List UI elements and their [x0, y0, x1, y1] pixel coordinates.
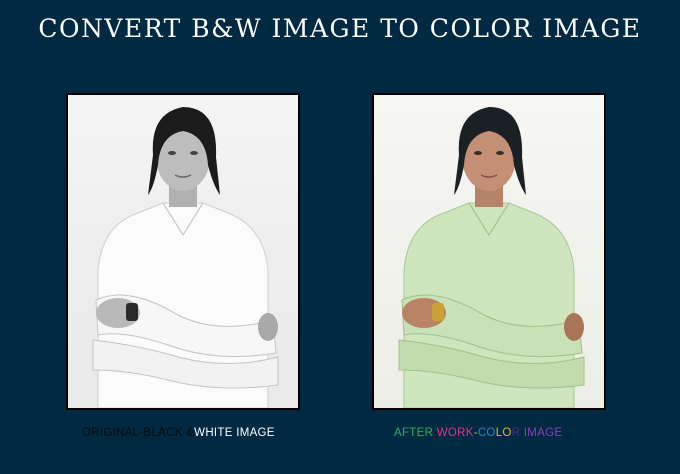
after-image-caption: AFTER WORK-COLOR IMAGE	[394, 427, 562, 439]
caption-work: WORK	[436, 427, 474, 439]
page-title: CONVERT B&W IMAGE TO COLOR IMAGE	[38, 14, 642, 43]
original-image-caption: ORIGINAL-BLACK &WHITE IMAGE	[82, 427, 275, 439]
after-color-image	[372, 93, 606, 410]
caption-lo: LO	[495, 427, 512, 439]
original-bw-image	[66, 93, 300, 410]
caption-r: R	[511, 427, 521, 439]
caption-after: AFTER	[394, 427, 437, 439]
caption-co: CO	[477, 427, 496, 439]
color-photo	[374, 95, 604, 408]
caption-image: IMAGE	[520, 427, 563, 439]
caption-part-white: WHITE IMAGE	[194, 427, 275, 439]
bw-photo	[68, 95, 298, 408]
caption-part-black: ORIGINAL-BLACK &	[82, 427, 195, 439]
